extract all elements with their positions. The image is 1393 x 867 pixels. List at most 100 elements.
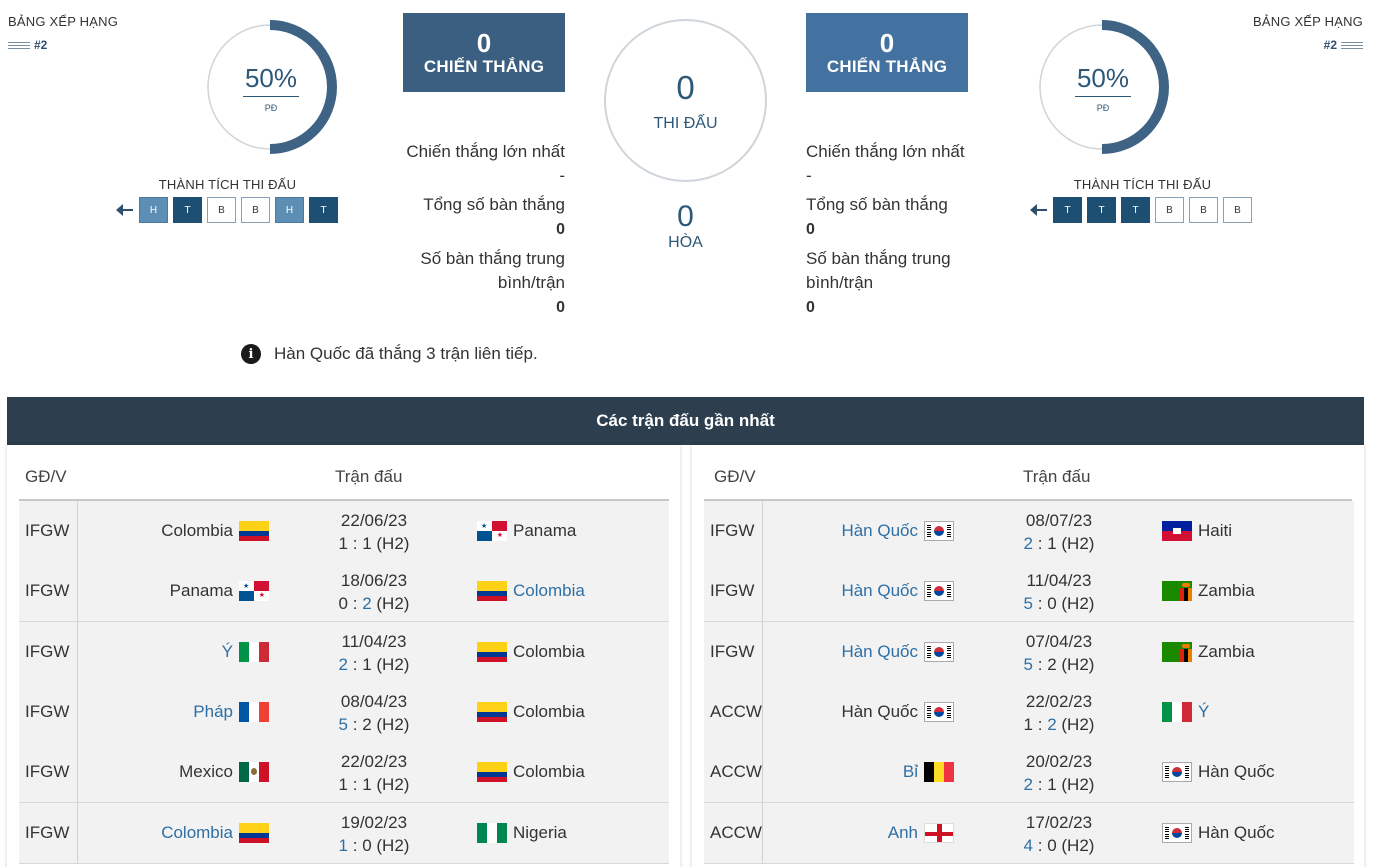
home-team-name[interactable]: Anh [888,823,918,843]
away-team[interactable]: Zambia [1162,561,1255,621]
away-team[interactable]: Zambia [1162,622,1255,682]
match-score[interactable]: 22/02/23 1 : 2 (H2) [1004,690,1114,736]
away-team[interactable]: Colombia [477,561,585,621]
home-team-name[interactable]: Colombia [161,521,233,541]
match-score[interactable]: 17/02/23 4 : 0 (H2) [1004,811,1114,857]
korea-flag-icon [924,521,954,541]
away-team-name[interactable]: Colombia [513,581,585,601]
home-team-name[interactable]: Hàn Quốc [841,702,918,722]
row-divider [77,561,78,622]
away-team[interactable]: Ý [1162,682,1209,742]
right-win-ring: 50% PĐ [1038,18,1172,158]
match-score[interactable]: 07/04/23 5 : 2 (H2) [1004,630,1114,676]
home-team-name[interactable]: Colombia [161,823,233,843]
home-team[interactable]: Mexico [179,742,269,802]
away-team[interactable]: Nigeria [477,803,567,863]
home-team[interactable]: Hàn Quốc [841,682,954,742]
home-team[interactable]: Hàn Quốc [841,501,954,561]
match-row[interactable]: IFGW Ý 11/04/23 2 : 1 (H2) Colombia [19,621,669,683]
match-row[interactable]: IFGW Panama ★ ★ 18/06/23 0 : 2 (H2) Colombia [19,561,669,623]
away-team[interactable]: Haiti [1162,501,1232,561]
match-row[interactable]: IFGW Colombia 19/02/23 1 : 0 (H2) Nigeria [19,802,669,864]
row-divider [762,561,763,622]
match-row[interactable]: ACCW Anh 17/02/23 4 : 0 (H2) Hàn Quốc [704,802,1354,864]
away-team-name[interactable]: Hàn Quốc [1198,823,1275,843]
right-wins-box: 0 CHIẾN THẮNG [806,13,968,92]
home-team[interactable]: Colombia [161,803,269,863]
colombia-flag-icon [239,822,269,843]
korea-flag-icon [924,581,954,602]
match-row[interactable]: ACCW Hàn Quốc 22/02/23 1 : 2 (H2) Ý [704,681,1354,743]
away-team-name[interactable]: Nigeria [513,823,567,843]
away-team-name[interactable]: Haiti [1198,521,1232,541]
home-team-name[interactable]: Ý [222,642,233,662]
away-team[interactable]: Colombia [477,682,585,742]
home-team-name[interactable]: Mexico [179,762,233,782]
home-score: 4 [1023,835,1034,855]
england-flag-icon [924,822,954,843]
match-score[interactable]: 18/06/23 0 : 2 (H2) [319,569,429,615]
match-score[interactable]: 08/07/23 2 : 1 (H2) [1004,509,1114,555]
home-team[interactable]: Pháp [193,682,269,742]
right-stats: Chiến thắng lớn nhất - Tổng số bàn thắng… [806,140,1026,320]
home-team[interactable]: Colombia [161,501,269,561]
home-team-name[interactable]: Hàn Quốc [841,521,918,541]
home-team[interactable]: Panama ★ ★ [170,561,269,621]
match-row[interactable]: IFGW Mexico 22/02/23 1 : 1 (H2) Colombia [19,742,669,804]
match-competition: IFGW [710,581,755,601]
match-score[interactable]: 20/02/23 2 : 1 (H2) [1004,750,1114,796]
korea-flag-icon [924,701,954,722]
form-arrow-icon [116,204,133,216]
match-row[interactable]: IFGW Hàn Quốc 08/07/23 2 : 1 (H2) Haiti [704,501,1354,562]
home-team-name[interactable]: Bỉ [903,762,918,782]
away-team-name[interactable]: Panama [513,521,576,541]
home-team[interactable]: Hàn Quốc [841,622,954,682]
home-team[interactable]: Hàn Quốc [841,561,954,621]
match-competition: IFGW [710,521,755,540]
away-team-name[interactable]: Ý [1198,702,1209,722]
away-team-name[interactable]: Zambia [1198,581,1255,601]
match-date: 17/02/23 [1025,812,1093,832]
away-score: 1 [1047,775,1057,795]
home-team-name[interactable]: Hàn Quốc [841,581,918,601]
match-score[interactable]: 19/02/23 1 : 0 (H2) [319,811,429,857]
right-col-match: Trận đấu [1023,467,1091,486]
match-score[interactable]: 11/04/23 5 : 0 (H2) [1004,569,1114,615]
match-score[interactable]: 22/06/23 1 : 1 (H2) [319,509,429,555]
away-score: 1 [1047,534,1057,553]
home-team[interactable]: Ý [222,622,269,682]
away-team[interactable]: Hàn Quốc [1162,742,1275,802]
right-col-stage: GĐ/V [714,467,756,486]
match-score[interactable]: 08/04/23 5 : 2 (H2) [319,690,429,736]
away-team-name[interactable]: Colombia [513,702,585,722]
right-rank-value: #2 [1323,38,1337,52]
away-score: 1 [362,775,372,795]
match-row[interactable]: IFGW Colombia 22/06/23 1 : 1 (H2) ★ ★ Panama [19,501,669,562]
home-team-name[interactable]: Hàn Quốc [841,642,918,662]
away-team[interactable]: ★ ★ Panama [477,501,576,561]
match-row[interactable]: IFGW Hàn Quốc 11/04/23 5 : 0 (H2) Zambia [704,561,1354,623]
panama-flag-icon: ★ ★ [239,581,269,602]
draws-block: 0 HÒA [604,200,767,252]
match-score[interactable]: 11/04/23 2 : 1 (H2) [319,630,429,676]
score-note: (H2) [376,594,410,614]
form-result: T [1087,197,1116,223]
match-row[interactable]: ACCW Bỉ 20/02/23 2 : 1 (H2) Hàn Quốc [704,742,1354,804]
away-team[interactable]: Hàn Quốc [1162,803,1275,863]
match-row[interactable]: IFGW Hàn Quốc 07/04/23 5 : 2 (H2) Zambia [704,621,1354,683]
away-team-name[interactable]: Colombia [513,762,585,782]
home-team[interactable]: Bỉ [903,742,954,802]
away-team-name[interactable]: Zambia [1198,642,1255,662]
left-col-match: Trận đấu [335,467,403,486]
home-team[interactable]: Anh [888,803,954,863]
away-team[interactable]: Colombia [477,742,585,802]
right-biggest-win-label: Chiến thắng lớn nhất [806,142,965,161]
match-row[interactable]: IFGW Pháp 08/04/23 5 : 2 (H2) Colombia [19,681,669,743]
away-team-name[interactable]: Colombia [513,642,585,662]
away-team-name[interactable]: Hàn Quốc [1198,762,1275,782]
match-score[interactable]: 22/02/23 1 : 1 (H2) [319,750,429,796]
home-team-name[interactable]: Panama [170,581,233,601]
home-team-name[interactable]: Pháp [193,702,233,722]
left-biggest-win: - [559,166,565,185]
away-team[interactable]: Colombia [477,622,585,682]
